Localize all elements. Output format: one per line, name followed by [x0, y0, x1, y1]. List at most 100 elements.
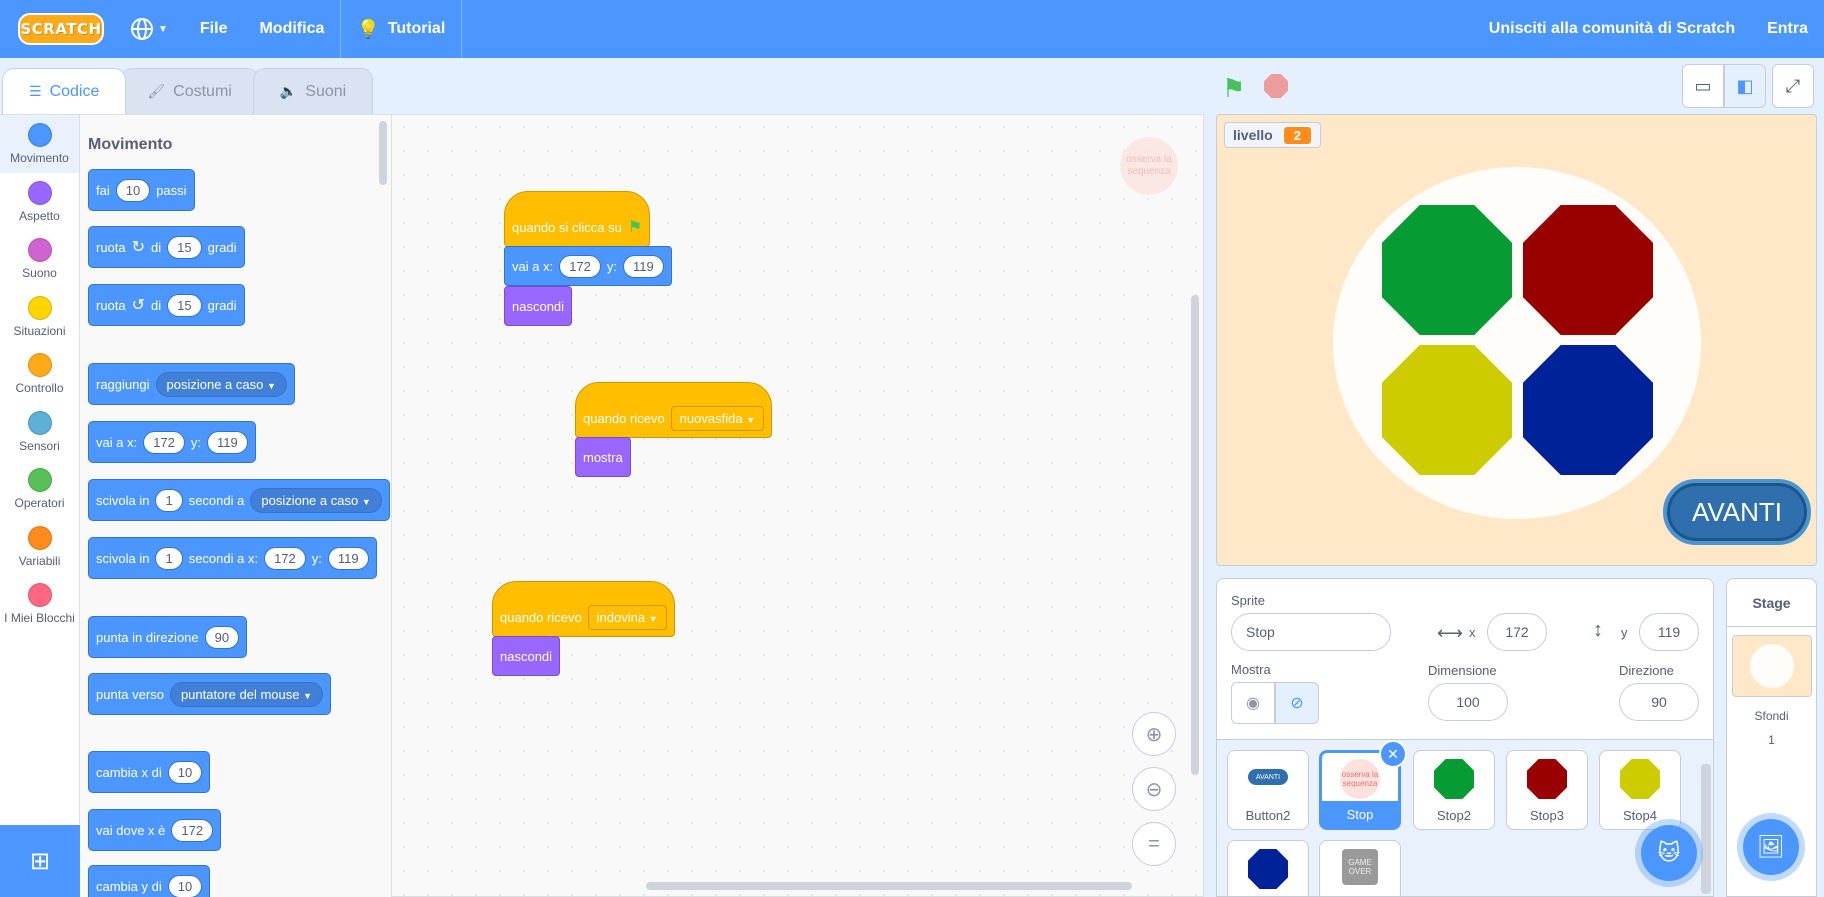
block-set-x[interactable]: vai dove x è 172	[88, 809, 222, 851]
category-situazioni[interactable]: Situazioni	[0, 288, 79, 346]
category-movimento[interactable]: Movimento	[0, 115, 79, 173]
signin-link[interactable]: Entra	[1751, 0, 1824, 58]
stop-button[interactable]	[1264, 74, 1288, 98]
sprite-tile-stop2[interactable]: Stop2	[1413, 750, 1495, 830]
category-controllo[interactable]: Controllo	[0, 345, 79, 403]
file-menu[interactable]: File	[184, 0, 244, 58]
block-input[interactable]: 15	[167, 293, 202, 317]
green-flag-button[interactable]: ⚑	[1222, 73, 1245, 104]
block-input[interactable]: 1	[155, 488, 183, 512]
hide-block[interactable]: nascondi	[504, 286, 573, 326]
message-dropdown[interactable]: indovina ▼	[587, 604, 667, 630]
message-dropdown[interactable]: nuovasfida ▼	[670, 405, 765, 431]
sprite-list-scrollbar[interactable]	[1701, 764, 1711, 894]
block-dropdown[interactable]: posizione a caso ▼	[155, 371, 287, 397]
tutorial-button[interactable]: 💡 Tutorial	[341, 0, 461, 58]
chevron-down-icon: ▼	[648, 613, 658, 624]
block-glide[interactable]: scivola in 1 secondi a posizione a caso …	[88, 479, 390, 521]
chevron-down-icon: ▼	[266, 380, 276, 391]
add-extension-button[interactable]: ⊞	[0, 825, 80, 897]
when-i-receive-block[interactable]: quando ricevo indovina ▼	[492, 581, 675, 637]
edit-menu[interactable]: Modifica	[243, 0, 340, 58]
join-link[interactable]: Unisciti alla comunità di Scratch	[1473, 0, 1751, 58]
backdrop-thumbnail	[1732, 635, 1812, 697]
small-stage-button[interactable]: ▭	[1682, 64, 1724, 108]
block-input[interactable]: 119	[327, 546, 369, 570]
category-aspetto[interactable]: Aspetto	[0, 173, 79, 231]
hide-block[interactable]: nascondi	[492, 636, 561, 676]
workspace-vertical-scrollbar[interactable]	[1191, 295, 1199, 775]
zoom-out-button[interactable]: ⊖	[1132, 767, 1176, 811]
delete-sprite-button[interactable]: ✕	[1379, 740, 1407, 768]
block-input[interactable]: 15	[167, 235, 202, 259]
block-dropdown[interactable]: puntatore del mouse ▼	[169, 681, 324, 707]
block-point-towards[interactable]: punta verso puntatore del mouse ▼	[88, 673, 332, 715]
hide-sprite-button[interactable]: ⊘	[1275, 682, 1319, 724]
yellow-octagon-sprite[interactable]	[1382, 345, 1512, 475]
block-goto-xy[interactable]: vai a x: 172 y: 119	[88, 421, 256, 463]
tab-sounds[interactable]: 🔈 Suoni	[252, 68, 374, 114]
category-sensori[interactable]: Sensori	[0, 403, 79, 461]
language-menu[interactable]: ▼	[114, 0, 184, 58]
block-input[interactable]: 172	[171, 818, 214, 842]
category-variabili[interactable]: Variabili	[0, 518, 79, 576]
block-input[interactable]: 10	[167, 874, 203, 897]
fullscreen-button[interactable]: ⤢	[1772, 64, 1814, 108]
block-turn-right[interactable]: ruota ↻ di 15 gradi	[88, 226, 245, 268]
when-i-receive-block[interactable]: quando ricevo nuovasfida ▼	[575, 382, 773, 438]
sprite-tile-button2[interactable]: AVANTI Button2	[1227, 750, 1309, 830]
stage-target-panel[interactable]: Stage Sfondi 1 🖼	[1726, 578, 1817, 897]
block-input[interactable]: 10	[115, 178, 151, 202]
choose-sprite-button[interactable]: 🐱	[1641, 825, 1697, 881]
show-sprite-button[interactable]: ◉	[1231, 682, 1275, 724]
workspace-horizontal-scrollbar[interactable]	[646, 882, 1132, 890]
blue-octagon-sprite[interactable]	[1523, 345, 1653, 475]
block-move-steps[interactable]: fai 10 passi	[88, 169, 195, 211]
stage[interactable]: livello 2 AVANTI	[1216, 114, 1817, 566]
direction-input[interactable]: 90	[1619, 683, 1699, 721]
sprite-name-input[interactable]: Stop	[1231, 613, 1391, 651]
zoom-in-button[interactable]: ⊕	[1132, 712, 1176, 756]
choose-backdrop-button[interactable]: 🖼	[1743, 819, 1799, 875]
scratch-logo[interactable]: SCRATCH	[18, 13, 104, 45]
block-turn-left[interactable]: ruota ↺ di 15 gradi	[88, 284, 245, 326]
size-input[interactable]: 100	[1428, 683, 1508, 721]
category-operatori[interactable]: Operatori	[0, 460, 79, 518]
block-goto[interactable]: raggiungi posizione a caso ▼	[88, 363, 295, 405]
y-input[interactable]: 119	[1639, 613, 1699, 651]
block-input[interactable]: 1	[155, 546, 183, 570]
code-workspace[interactable]: osserva la sequenza quando si clicca su …	[391, 114, 1204, 897]
block-input[interactable]: 119	[623, 254, 664, 278]
when-flag-clicked-block[interactable]: quando si clicca su ⚑	[504, 191, 651, 247]
block-change-y[interactable]: cambia y di 10	[88, 865, 211, 897]
category-suono[interactable]: Suono	[0, 230, 79, 288]
show-block[interactable]: mostra	[575, 437, 631, 477]
zoom-reset-button[interactable]: =	[1132, 822, 1176, 866]
block-input[interactable]: 172	[559, 254, 601, 278]
block-glide-xy[interactable]: scivola in 1 secondi a x: 172 y: 119	[88, 537, 377, 579]
block-point-direction[interactable]: punta in direzione 90	[88, 616, 248, 658]
block-input[interactable]: 90	[204, 625, 240, 649]
green-octagon-sprite[interactable]	[1382, 205, 1512, 335]
sprite-tile-stop3[interactable]: Stop3	[1506, 750, 1588, 830]
x-input[interactable]: 172	[1487, 613, 1547, 651]
tab-code[interactable]: ☰ Codice	[2, 68, 127, 114]
goto-xy-block[interactable]: vai a x: 172 y: 119	[504, 246, 672, 286]
block-input[interactable]: 10	[167, 760, 203, 784]
block-change-x[interactable]: cambia x di 10	[88, 751, 211, 793]
sprite-tile[interactable]: GAME OVER	[1319, 840, 1401, 896]
avanti-button-sprite[interactable]: AVANTI	[1663, 479, 1811, 545]
tab-costumes[interactable]: 🖌 Costumi	[120, 68, 259, 114]
category-color-dot	[27, 583, 52, 607]
normal-stage-button[interactable]: ◧	[1724, 64, 1766, 108]
block-dropdown[interactable]: posizione a caso ▼	[250, 487, 382, 513]
add-extension-icon: ⊞	[29, 847, 51, 875]
category-i-miei-blocchi[interactable]: I Miei Blocchi	[0, 575, 79, 633]
block-input[interactable]: 172	[264, 546, 306, 570]
block-input[interactable]: 172	[143, 430, 185, 454]
palette-scrollbar[interactable]	[379, 121, 387, 185]
red-octagon-sprite[interactable]	[1523, 205, 1653, 335]
sprite-tile-stop4[interactable]: Stop4	[1599, 750, 1681, 830]
sprite-tile[interactable]	[1227, 840, 1309, 896]
block-input[interactable]: 119	[207, 430, 248, 454]
